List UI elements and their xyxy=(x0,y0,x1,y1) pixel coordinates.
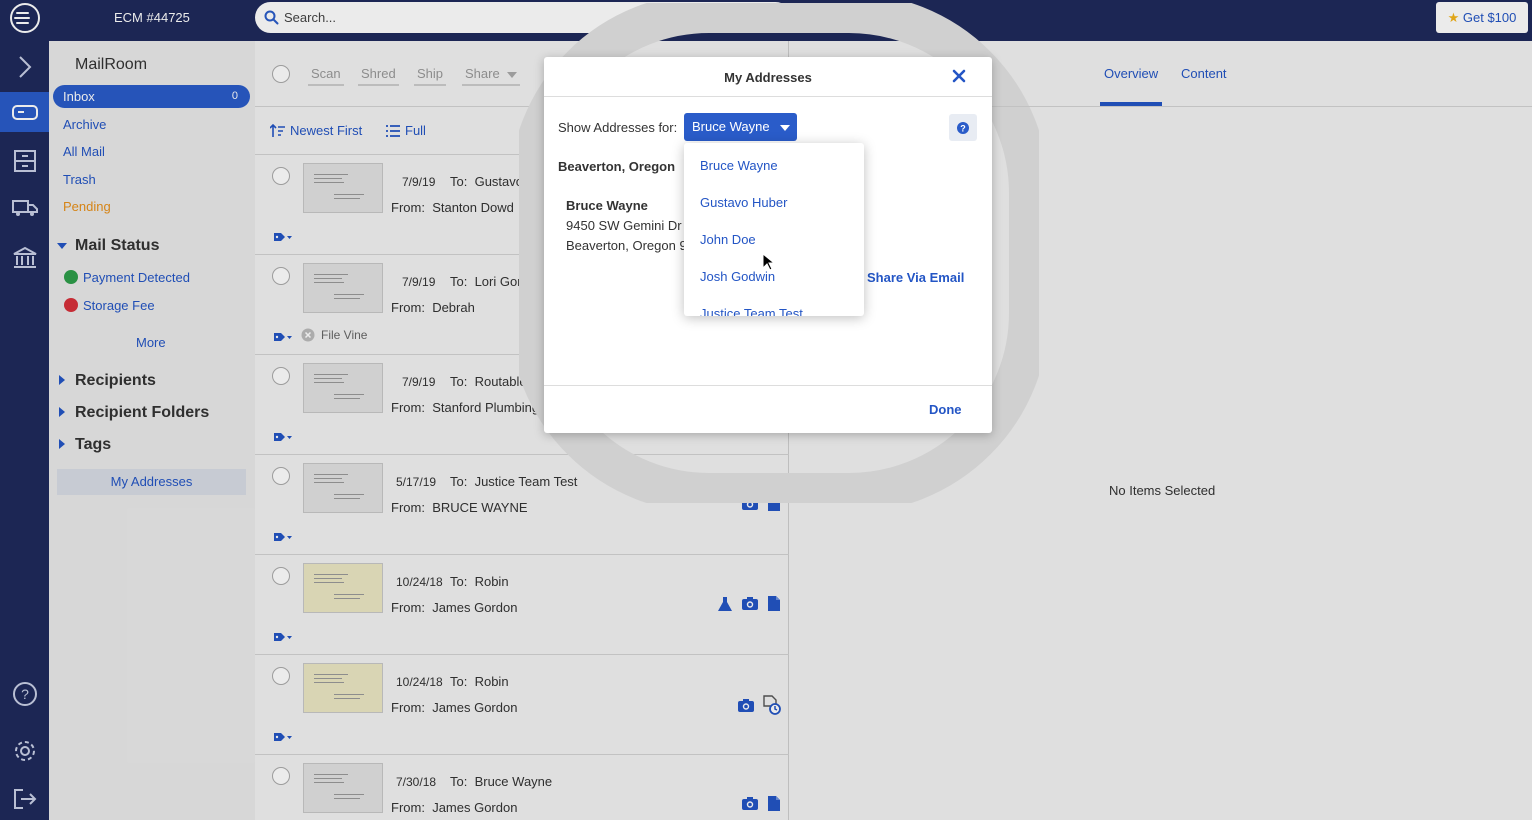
dropdown-option-gustavo-huber[interactable]: Gustavo Huber xyxy=(700,195,787,210)
share-via-email-link[interactable]: Share Via Email xyxy=(867,270,964,285)
modal-header: My Addresses xyxy=(544,57,992,97)
done-button[interactable]: Done xyxy=(929,402,962,417)
address-location-heading: Beaverton, Oregon xyxy=(558,159,676,174)
chevron-down-icon xyxy=(780,125,790,131)
recipient-select[interactable]: Bruce Wayne xyxy=(684,113,797,141)
svg-text:?: ? xyxy=(960,123,966,133)
help-button[interactable]: ? xyxy=(949,114,977,141)
recipient-dropdown-menu: Bruce Wayne Gustavo Huber John Doe Josh … xyxy=(684,143,864,316)
recipient-select-value: Bruce Wayne xyxy=(692,119,770,134)
dropdown-option-john-doe[interactable]: John Doe xyxy=(700,232,756,247)
question-icon: ? xyxy=(957,121,969,134)
close-icon[interactable] xyxy=(952,69,966,83)
modal-title: My Addresses xyxy=(724,70,812,85)
dropdown-option-justice-team-test[interactable]: Justice Team Test xyxy=(700,306,803,316)
show-addresses-label: Show Addresses for: xyxy=(558,120,678,135)
dropdown-option-bruce-wayne[interactable]: Bruce Wayne xyxy=(700,158,778,173)
address-name: Bruce Wayne xyxy=(566,198,648,213)
modal-footer-divider xyxy=(544,385,992,386)
dropdown-option-josh-godwin[interactable]: Josh Godwin xyxy=(700,269,775,284)
mouse-cursor-icon xyxy=(762,253,774,271)
address-line-1: 9450 SW Gemini Dr xyxy=(566,218,682,233)
address-line-2: Beaverton, Oregon 9 xyxy=(566,238,684,253)
